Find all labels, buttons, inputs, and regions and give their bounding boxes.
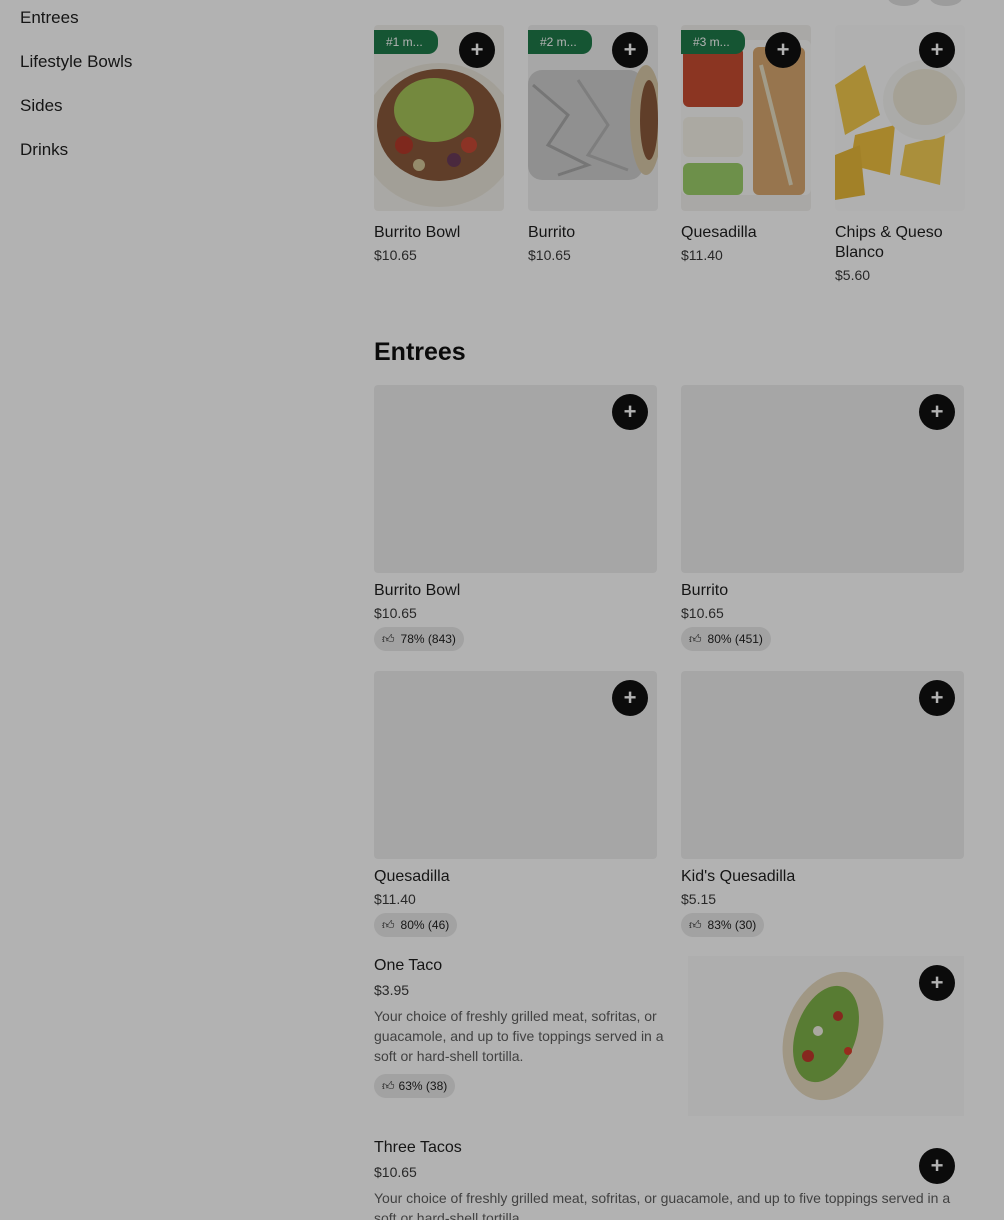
item-image-placeholder: + — [681, 671, 964, 859]
carousel-prev-button[interactable] — [888, 0, 920, 6]
item-price: $5.60 — [835, 267, 871, 283]
menu-item-card[interactable]: + Burrito $10.65 👍︎ 80% (451) — [681, 385, 964, 651]
popular-item-card[interactable]: #2 m... + Burrito $10.65 — [528, 25, 658, 263]
rank-badge: #2 m... — [528, 30, 592, 54]
item-price: $10.65 — [374, 605, 417, 621]
burrito-image: #2 m... + — [528, 25, 658, 211]
thumbs-up-icon: 👍︎ — [382, 917, 395, 932]
plus-icon[interactable]: + — [919, 394, 955, 430]
chips-queso-image: + — [835, 25, 965, 211]
item-description: Your choice of freshly grilled meat, sof… — [374, 1008, 664, 1064]
rating-text: 63% (38) — [398, 1079, 448, 1093]
sidebar-item-lifestyle-bowls[interactable]: Lifestyle Bowls — [20, 52, 132, 72]
item-price: $10.65 — [528, 247, 571, 263]
plus-icon[interactable]: + — [612, 394, 648, 430]
thumbs-up-icon: 👍︎ — [382, 631, 395, 646]
menu-item-row[interactable]: Three Tacos $10.65 Your choice of freshl… — [374, 1138, 964, 1220]
sidebar-item-entrees[interactable]: Entrees — [20, 8, 79, 28]
item-price: $11.40 — [374, 891, 416, 907]
plus-icon[interactable]: + — [612, 680, 648, 716]
popular-item-card[interactable]: #3 m... + Quesadilla $11.40 — [681, 25, 811, 263]
item-price: $10.65 — [681, 605, 724, 621]
quesadilla-image: #3 m... + — [681, 25, 811, 211]
plus-icon[interactable]: + — [459, 32, 495, 68]
plus-icon[interactable]: + — [765, 32, 801, 68]
item-price: $3.95 — [374, 982, 410, 998]
plus-icon[interactable]: + — [919, 1148, 955, 1184]
plus-icon[interactable]: + — [919, 32, 955, 68]
item-name: Burrito — [528, 224, 576, 241]
burrito-bowl-image: #1 m... + — [374, 25, 504, 211]
item-name: Three Tacos — [374, 1139, 462, 1156]
sidebar-item-sides[interactable]: Sides — [20, 96, 63, 116]
plus-icon[interactable]: + — [919, 680, 955, 716]
thumbs-up-icon: 👍︎ — [689, 631, 702, 646]
item-description: Your choice of freshly grilled meat, sof… — [374, 1190, 951, 1220]
menu-item-card[interactable]: + Kid's Quesadilla $5.15 👍︎ 83% (30) — [681, 671, 964, 937]
item-name: Burrito Bowl — [374, 582, 461, 599]
item-name: Kid's Quesadilla — [681, 868, 796, 885]
rating-text: 80% (46) — [400, 918, 450, 932]
popular-item-card[interactable]: #1 m... + Burrito Bowl $10.65 — [374, 25, 504, 263]
rating-badge: 👍︎ 63% (38) — [374, 1074, 456, 1098]
menu-item-card[interactable]: + Burrito Bowl $10.65 👍︎ 78% (843) — [374, 385, 657, 651]
item-name: Burrito — [681, 582, 729, 599]
rating-text: 80% (451) — [707, 632, 763, 646]
thumbs-up-icon: 👍︎ — [382, 1078, 395, 1093]
carousel-next-button[interactable] — [930, 0, 962, 6]
item-name: One Taco — [374, 957, 443, 974]
plus-icon[interactable]: + — [612, 32, 648, 68]
rank-badge: #1 m... — [374, 30, 438, 54]
rating-badge: 👍︎ 78% (843) — [374, 627, 464, 651]
rating-badge: 👍︎ 83% (30) — [681, 913, 765, 937]
popular-item-card[interactable]: + Chips & Queso Blanco $5.60 — [835, 25, 965, 283]
item-image-placeholder: + — [374, 671, 657, 859]
item-name: Quesadilla — [681, 224, 757, 241]
rating-badge: 👍︎ 80% (451) — [681, 627, 771, 651]
section-title-entrees: Entrees — [374, 338, 466, 366]
taco-image: + — [688, 956, 964, 1116]
item-name: Chips & Queso Blanco — [835, 224, 943, 261]
menu-item-row[interactable]: One Taco $3.95 Your choice of freshly gr… — [374, 956, 964, 1116]
item-price: $11.40 — [681, 247, 723, 263]
sidebar-item-drinks[interactable]: Drinks — [20, 140, 68, 160]
item-price: $5.15 — [681, 891, 717, 907]
rating-badge: 👍︎ 80% (46) — [374, 913, 458, 937]
item-name: Burrito Bowl — [374, 224, 461, 241]
rating-text: 78% (843) — [400, 632, 456, 646]
plus-icon[interactable]: + — [919, 965, 955, 1001]
rank-badge: #3 m... — [681, 30, 745, 54]
item-name: Quesadilla — [374, 868, 450, 885]
item-image-placeholder: + — [681, 385, 964, 573]
rating-text: 83% (30) — [707, 918, 757, 932]
item-image-placeholder: + — [374, 385, 657, 573]
thumbs-up-icon: 👍︎ — [689, 917, 702, 932]
menu-item-card[interactable]: + Quesadilla $11.40 👍︎ 80% (46) — [374, 671, 657, 937]
item-price: $10.65 — [374, 247, 417, 263]
item-price: $10.65 — [374, 1164, 417, 1180]
